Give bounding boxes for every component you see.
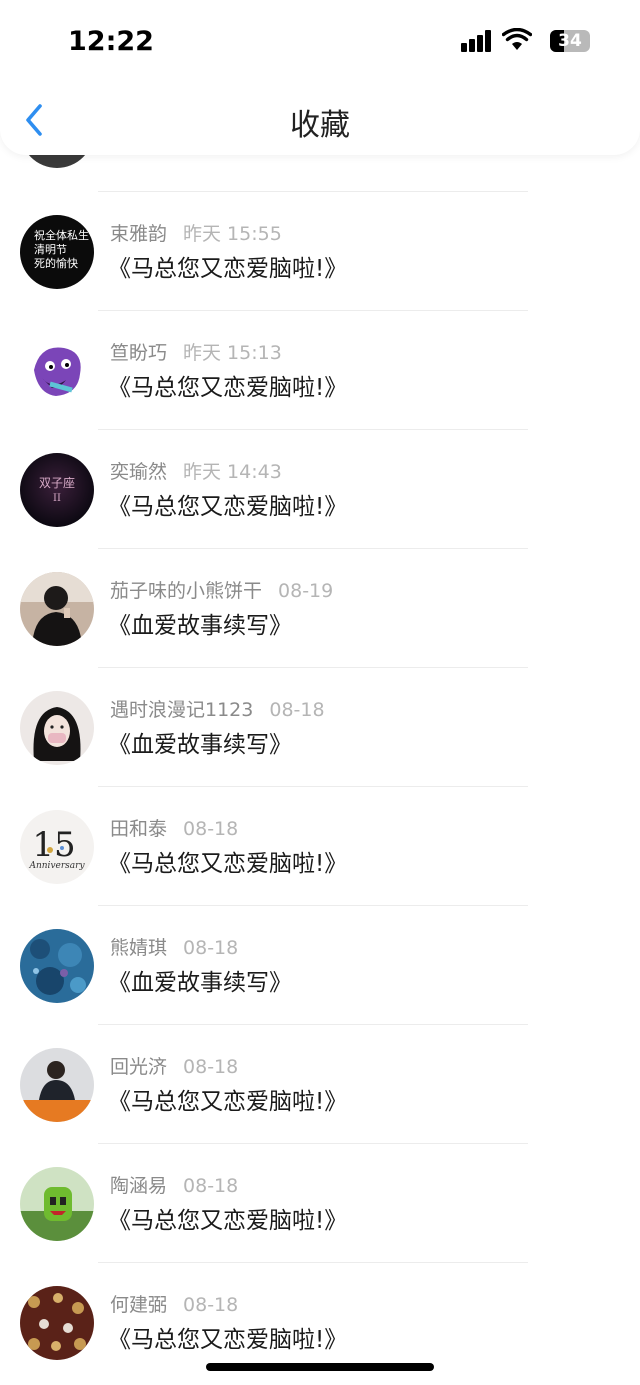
list-item[interactable]: 双子座 II 奕瑜然 昨天 14:43 《马总您又恋爱脑啦!》 [0,429,640,549]
svg-text:清明节: 清明节 [34,243,67,256]
user-avatar[interactable]: 15 Anniversary [20,810,94,884]
post-date: 08-18 [183,937,239,959]
top-header: 12:22 34 收藏 [0,0,640,155]
favorite-title[interactable]: 《马总您又恋爱脑啦!》 [108,844,347,878]
post-date: 08-18 [269,699,325,721]
user-avatar[interactable] [20,334,94,408]
username[interactable]: 笪盼巧 昨天 15:13 [110,338,282,365]
svg-text:死的愉快: 死的愉快 [34,256,78,270]
svg-text:Anniversary: Anniversary [28,861,85,871]
list-item[interactable]: 熊婧琪 08-18 《血爱故事续写》 [0,905,640,1025]
username[interactable]: 何建弼 08-18 [110,1290,238,1317]
home-indicator[interactable] [206,1363,434,1371]
svg-text:15: 15 [32,825,75,865]
svg-text:II: II [53,493,61,504]
post-date: 昨天 15:55 [183,223,282,245]
list-item[interactable]: 陶涵易 08-18 《马总您又恋爱脑啦!》 [0,1143,640,1263]
list-item[interactable]: 祝全体私生 清明节 死的愉快 束雅韵 昨天 15:55 《马总您又恋爱脑啦!》 [0,191,640,311]
user-avatar[interactable] [20,1286,94,1360]
list-item[interactable]: 回光济 08-18 《马总您又恋爱脑啦!》 [0,1024,640,1144]
username[interactable]: 遇时浪漫记1123 08-18 [110,695,325,722]
favorite-title[interactable]: 《马总您又恋爱脑啦!》 [108,249,347,283]
post-date: 08-19 [278,580,334,602]
user-avatar[interactable] [20,1048,94,1122]
post-date: 08-18 [183,818,239,840]
favorite-title[interactable]: 《马总您又恋爱脑啦!》 [108,368,347,402]
status-time: 12:22 [68,26,154,57]
list-item[interactable]: 15 Anniversary 田和泰 08-18 《马总您又恋爱脑啦!》 [0,786,640,906]
svg-text:祝全体私生: 祝全体私生 [34,228,89,242]
favorite-title[interactable]: 《马总您又恋爱脑啦!》 [108,1201,347,1235]
svg-text:双子座: 双子座 [39,475,75,490]
list-item[interactable]: 遇时浪漫记1123 08-18 《血爱故事续写》 [0,667,640,787]
list-item[interactable]: 笪盼巧 昨天 15:13 《马总您又恋爱脑啦!》 [0,310,640,430]
post-date: 08-18 [183,1056,239,1078]
username[interactable]: 陶涵易 08-18 [110,1171,238,1198]
list-item[interactable]: 茄子味的小熊饼干 08-19 《血爱故事续写》 [0,548,640,668]
battery-icon: 34 [550,30,590,52]
username[interactable]: 田和泰 08-18 [110,814,238,841]
post-date: 08-18 [183,1294,239,1316]
user-avatar[interactable] [20,691,94,765]
user-avatar[interactable] [20,1167,94,1241]
favorite-title[interactable]: 《血爱故事续写》 [108,725,292,759]
battery-percent: 34 [558,31,582,51]
username[interactable]: 回光济 08-18 [110,1052,238,1079]
signal-icon [461,30,493,52]
post-date: 昨天 15:13 [183,342,282,364]
username[interactable]: 茄子味的小熊饼干 08-19 [110,576,333,603]
username[interactable]: 熊婧琪 08-18 [110,933,238,960]
wifi-icon [502,28,532,50]
username[interactable]: 奕瑜然 昨天 14:43 [110,457,282,484]
favorite-title[interactable]: 《马总您又恋爱脑啦!》 [108,1320,347,1354]
favorite-title[interactable]: 《马总您又恋爱脑啦!》 [108,487,347,521]
user-avatar[interactable] [20,572,94,646]
post-date: 昨天 14:43 [183,461,282,483]
user-avatar[interactable] [20,929,94,1003]
favorite-title[interactable]: 《血爱故事续写》 [108,606,292,640]
username[interactable]: 束雅韵 昨天 15:55 [110,219,282,246]
user-avatar[interactable]: 祝全体私生 清明节 死的愉快 [20,215,94,289]
page-title: 收藏 [290,108,350,143]
favorite-title[interactable]: 《马总您又恋爱脑啦!》 [108,1082,347,1116]
post-date: 08-18 [183,1175,239,1197]
favorite-title[interactable]: 《血爱故事续写》 [108,963,292,997]
user-avatar[interactable]: 双子座 II [20,453,94,527]
